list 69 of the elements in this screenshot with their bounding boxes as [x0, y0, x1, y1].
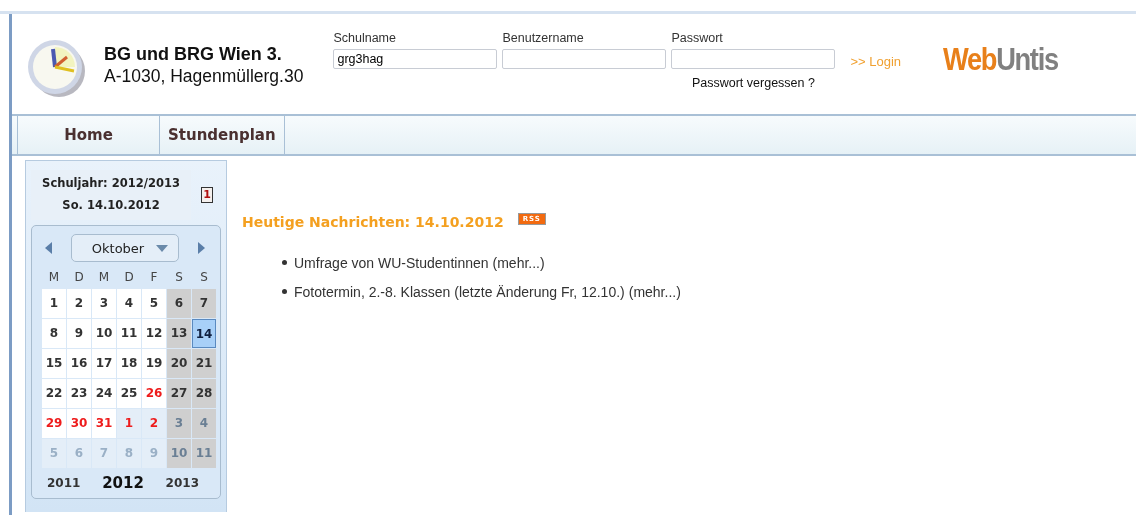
school-name: BG und BRG Wien 3. — [104, 43, 283, 65]
bullet-icon — [282, 260, 287, 265]
calendar-day[interactable]: 5 — [142, 289, 166, 318]
calendar-day[interactable]: 15 — [42, 349, 66, 378]
calendar-day[interactable]: 11 — [117, 319, 141, 348]
next-month-icon[interactable] — [197, 242, 205, 254]
calendar-day[interactable]: 28 — [192, 379, 216, 408]
nav-tab[interactable]: Stundenplan — [160, 116, 285, 154]
field-label: Passwort — [671, 30, 724, 45]
school-year: Schuljahr: 2012/2013 — [41, 175, 181, 192]
weekday-label: M — [97, 269, 111, 286]
password-field[interactable] — [671, 48, 836, 69]
calendar-day[interactable]: 8 — [42, 319, 66, 348]
calendar-day[interactable]: 2 — [142, 409, 166, 438]
calendar-day[interactable]: 21 — [192, 349, 216, 378]
calendar-day[interactable]: 20 — [167, 349, 191, 378]
calendar-day[interactable]: 16 — [67, 349, 91, 378]
calendar-day[interactable]: 22 — [42, 379, 66, 408]
calendar-day[interactable]: 1 — [117, 409, 141, 438]
news-heading: Heutige Nachrichten: 14.10.2012 — [242, 214, 504, 230]
month-dropdown[interactable]: Oktober — [70, 234, 180, 262]
calendar-day[interactable]: 4 — [117, 289, 141, 318]
calendar-day[interactable]: 6 — [167, 289, 191, 318]
nav-tab[interactable]: Home — [17, 116, 160, 154]
calendar-day[interactable]: 30 — [67, 409, 91, 438]
calendar-day[interactable]: 24 — [92, 379, 116, 408]
dropdown-caret-icon — [156, 244, 169, 252]
calendar-day[interactable]: 27 — [167, 379, 191, 408]
calendar-day[interactable]: 12 — [142, 319, 166, 348]
calendar-day[interactable]: 23 — [67, 379, 91, 408]
weekday-label: F — [149, 269, 159, 286]
calendar-day[interactable]: 14 — [192, 319, 216, 348]
bullet-icon — [282, 289, 287, 294]
news-item: Fototermin, 2.-8. Klassen (letzte Änderung Fr, 12.10.) — [294, 283, 625, 300]
calendar-day[interactable]: 25 — [117, 379, 141, 408]
calendar-day[interactable]: 18 — [117, 349, 141, 378]
more-link[interactable]: (mehr...) — [492, 254, 545, 271]
calendar-day[interactable]: 1 — [42, 289, 66, 318]
input-field[interactable] — [502, 48, 667, 69]
calendar-day[interactable]: 9 — [67, 319, 91, 348]
weekday-label: D — [123, 269, 135, 286]
previous-month-icon[interactable] — [45, 242, 53, 254]
calendar-day[interactable]: 13 — [167, 319, 191, 348]
calendar-day[interactable]: 7 — [192, 289, 216, 318]
field-label: Benutzername — [502, 30, 585, 45]
weekday-label: D — [73, 269, 85, 286]
calendar-day[interactable]: 31 — [92, 409, 116, 438]
forgot-password-link[interactable]: Passwort vergessen ? — [671, 75, 836, 90]
weekday-label: M — [47, 269, 61, 286]
year-link[interactable]: 2012 — [102, 474, 144, 492]
input-field[interactable]: grg3hag — [333, 48, 498, 69]
current-date: So. 14.10.2012 — [61, 197, 161, 214]
today-calendar-icon[interactable]: 1 — [201, 187, 213, 203]
year-link[interactable]: 2013 — [165, 476, 199, 490]
calendar-day[interactable]: 19 — [142, 349, 166, 378]
school-address: A-1030, Hagenmüllerg.30 — [104, 65, 304, 87]
field-label: Schulname — [333, 30, 397, 45]
calendar-day[interactable]: 3 — [92, 289, 116, 318]
news-item: Umfrage von WU-Studentinnen — [294, 254, 489, 271]
weekday-label: S — [199, 269, 209, 286]
logo: WebUntis — [943, 42, 1058, 78]
weekday-label: S — [174, 269, 184, 286]
year-link[interactable]: 2011 — [47, 476, 81, 490]
more-link[interactable]: (mehr...) — [628, 283, 681, 300]
calendar-day[interactable]: 10 — [92, 319, 116, 348]
calendar-day[interactable]: 29 — [42, 409, 66, 438]
calendar-day[interactable]: 2 — [67, 289, 91, 318]
calendar-day[interactable]: 17 — [92, 349, 116, 378]
calendar-day[interactable]: 26 — [142, 379, 166, 408]
